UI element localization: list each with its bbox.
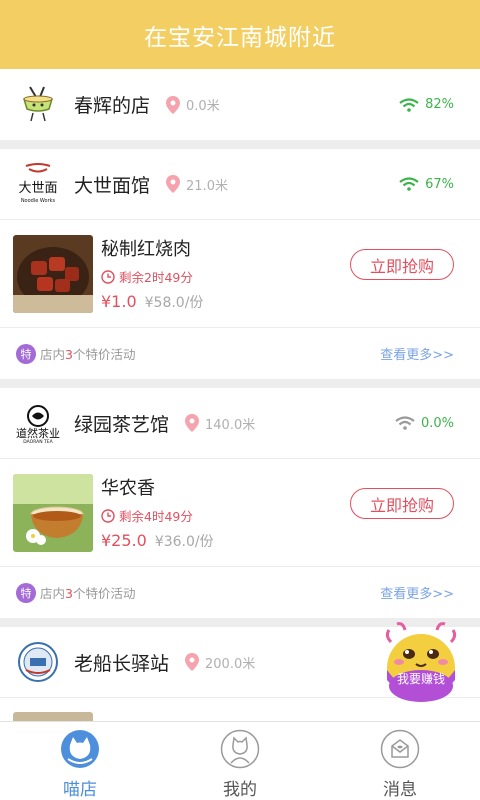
timer-text: 剩余4时49分 <box>119 509 193 524</box>
deal-title: 秘制红烧肉 <box>101 239 191 260</box>
signal-value: 82% <box>425 97 454 112</box>
distance: 140.0米 <box>185 414 255 433</box>
svg-text:Noodle Works: Noodle Works <box>21 198 56 204</box>
location-pin-icon <box>166 175 181 193</box>
divider <box>0 140 480 149</box>
store-name: 绿园茶艺馆 <box>74 413 170 436</box>
original-price: ¥58.0/份 <box>144 295 204 311</box>
cat-shop-icon <box>61 730 99 768</box>
braised-pork-image <box>13 234 93 313</box>
svg-text:道然茶业: 道然茶业 <box>16 426 60 440</box>
bowl-logo-icon <box>16 83 60 127</box>
signal-strength: 82% <box>399 97 454 112</box>
store-header[interactable]: 春辉的店 0.0米 82% <box>0 69 480 140</box>
store-name: 老船长驿站 <box>74 652 170 675</box>
tab-messages[interactable]: 消息 <box>320 722 480 800</box>
earn-money-button[interactable]: 我要赚钱 <box>383 620 459 706</box>
store-card[interactable]: 大世面 Noodle Works 大世面馆 21.0米 67% 秘制红烧肉 剩余… <box>0 149 480 379</box>
tab-label: 我的 <box>223 780 257 800</box>
signal-value: 67% <box>425 176 454 192</box>
tea-logo-icon: 道然茶业 DAORAN TEA <box>16 401 60 445</box>
noodle-works-logo-icon: 大世面 Noodle Works <box>16 162 60 206</box>
signal-value: 0.0% <box>420 415 454 431</box>
store-name: 春辉的店 <box>74 95 151 117</box>
promo-row[interactable]: 特 店内3个特价活动 查看更多>> <box>0 567 480 618</box>
view-more-link[interactable]: 查看更多>> <box>380 583 454 602</box>
promo-text: 店内3个特价活动 <box>40 586 136 601</box>
tab-mine[interactable]: 我的 <box>160 722 320 800</box>
special-badge: 特 <box>16 582 36 603</box>
divider <box>0 379 480 388</box>
svg-text:大世面: 大世面 <box>18 181 57 196</box>
store-card[interactable]: 春辉的店 0.0米 82% <box>0 69 480 140</box>
original-price: ¥36.0/份 <box>154 534 214 550</box>
distance: 200.0米 <box>185 653 255 672</box>
deal-timer: 剩余4时49分 <box>101 506 350 525</box>
location-pin-icon <box>185 653 200 671</box>
clock-icon <box>101 508 115 523</box>
tab-label: 喵店 <box>63 780 97 800</box>
store-header[interactable]: 大世面 Noodle Works 大世面馆 21.0米 67% <box>0 149 480 220</box>
tea-cup-image <box>13 473 93 552</box>
signal-strength: 67% <box>399 177 454 192</box>
signal-strength: 0.0% <box>395 416 454 431</box>
buy-now-button[interactable]: 立即抢购 <box>350 249 454 280</box>
bottom-tab-bar: 喵店 我的 消息 <box>0 721 480 800</box>
timer-text: 剩余2时49分 <box>119 270 193 285</box>
wifi-icon <box>399 177 419 191</box>
store-header[interactable]: 道然茶业 DAORAN TEA 绿园茶艺馆 140.0米 0.0% <box>0 388 480 459</box>
distance: 21.0米 <box>166 175 228 194</box>
wifi-icon <box>399 97 419 112</box>
tab-label: 消息 <box>383 780 417 800</box>
wifi-off-icon <box>395 416 415 430</box>
store-card[interactable]: 道然茶业 DAORAN TEA 绿园茶艺馆 140.0米 0.0% 华农香 剩余… <box>0 388 480 618</box>
distance-value: 0.0米 <box>186 99 220 114</box>
header-bar: 在宝安江南城附近 <box>0 0 480 69</box>
message-icon <box>380 729 420 769</box>
svg-text:DAORAN TEA: DAORAN TEA <box>23 439 53 445</box>
promo-text: 店内3个特价活动 <box>40 347 136 362</box>
location-title[interactable]: 在宝安江南城附近 <box>144 18 336 52</box>
view-more-link[interactable]: 查看更多>> <box>380 344 454 363</box>
distance-value: 21.0米 <box>186 178 228 194</box>
distance-value: 200.0米 <box>205 656 256 672</box>
profile-cat-icon <box>220 729 260 769</box>
special-badge: 特 <box>16 343 36 364</box>
buy-now-button[interactable]: 立即抢购 <box>350 488 454 519</box>
location-pin-icon <box>166 95 181 114</box>
deal-title: 华农香 <box>101 478 155 499</box>
clock-icon <box>101 269 115 284</box>
current-price: ¥25.0 <box>101 531 147 550</box>
captain-logo-icon <box>16 640 60 684</box>
distance: 0.0米 <box>166 95 220 114</box>
deal-timer: 剩余2时49分 <box>101 267 350 286</box>
deal-item[interactable]: 华农香 剩余4时49分 ¥25.0 ¥36.0/份 立即抢购 <box>0 459 480 567</box>
dessert-image <box>13 712 93 721</box>
deal-item[interactable]: 秘制红烧肉 剩余2时49分 ¥1.0 ¥58.0/份 立即抢购 <box>0 220 480 328</box>
earn-money-label: 我要赚钱 <box>396 672 445 686</box>
store-name: 大世面馆 <box>74 174 151 197</box>
current-price: ¥1.0 <box>101 292 137 311</box>
distance-value: 140.0米 <box>205 417 256 433</box>
promo-row[interactable]: 特 店内3个特价活动 查看更多>> <box>0 328 480 379</box>
location-pin-icon <box>185 414 200 432</box>
tab-cat-shop[interactable]: 喵店 <box>0 722 160 800</box>
